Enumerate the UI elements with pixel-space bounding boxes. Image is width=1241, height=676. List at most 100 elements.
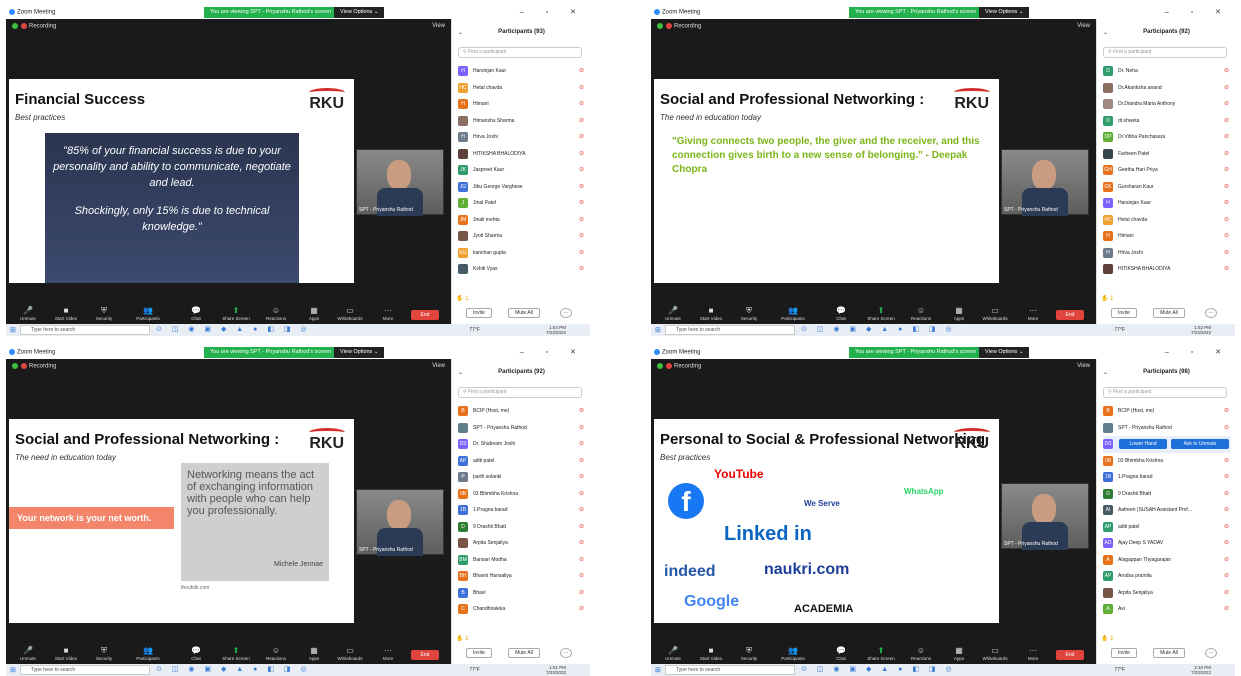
toolbar-reactions-button[interactable]: ☺ Reactions (903, 305, 939, 321)
window-controls[interactable]: – ▫ ✕ (520, 348, 586, 356)
toolbar-participants-button[interactable]: 👥 Participants (775, 645, 811, 661)
toolbar-security-button[interactable]: ⛨ Security (86, 305, 122, 321)
pinned-apps[interactable]: ⊙ ◫ ◉ ▣ ◆ ▲ ● ◧ ◨ ◎ (801, 325, 956, 333)
participant-row[interactable]: Himanshu Sharma ⊘ (458, 113, 586, 130)
toolbar-more-button[interactable]: ··· More (1015, 645, 1051, 661)
participant-row[interactable]: Arpita Senjaliya ⊘ (1103, 585, 1231, 602)
view-button[interactable]: View (432, 23, 445, 29)
toolbar-apps-button[interactable]: ▦ Apps (296, 645, 332, 661)
participant-row[interactable]: Ddr.shweta ⊘ (1103, 113, 1231, 130)
participant-row[interactable]: Jyoti Sharma ⊘ (458, 228, 586, 245)
participant-row[interactable]: C Chandhiraleka ⊘ (458, 601, 586, 618)
end-meeting-button[interactable]: End (411, 310, 439, 320)
participant-row[interactable]: D 9 Drashti Bhatt ⊘ (458, 519, 586, 536)
mute-all-button[interactable]: Mute All (508, 648, 540, 658)
toolbar-chat-button[interactable]: 💬 Chat (823, 305, 859, 321)
toolbar-unmute-button[interactable]: 🎤 Unmute (655, 305, 691, 321)
participant-row[interactable]: GH Geetha Hari Priya ⊘ (1103, 162, 1231, 179)
participant-row[interactable]: H Hirva Joshi ⊘ (458, 129, 586, 146)
participant-row[interactable]: AD Ajay Deep S YADAV ⊘ (1103, 535, 1231, 552)
view-button[interactable]: View (432, 363, 445, 369)
view-options-button[interactable]: View Options ⌄ (334, 7, 385, 18)
participant-row[interactable]: 1B 1.Pragna barad ⊘ (458, 502, 586, 519)
participant-row[interactable]: H Himani ⊘ (458, 96, 586, 113)
end-meeting-button[interactable]: End (411, 650, 439, 660)
toolbar-share-screen-button[interactable]: ⬆ Share Screen (218, 645, 254, 661)
toolbar-start-video-button[interactable]: ■ Start Video (48, 305, 84, 321)
participant-search-input[interactable]: ⚲ Find a participant (1103, 387, 1227, 398)
participant-row[interactable]: Dr.Diandra Maria Anthony ⊘ (1103, 96, 1231, 113)
view-button[interactable]: View (1077, 363, 1090, 369)
participant-row[interactable]: Dr.Akanksha anand ⊘ (1103, 80, 1231, 97)
participant-row[interactable]: AI Aafreen (SUSAH Assistant Prof... ⊘ (1103, 502, 1231, 519)
participant-row[interactable]: JM Jinali mehta ⊘ (458, 212, 586, 229)
mute-all-button[interactable]: Mute All (1153, 308, 1185, 318)
toolbar-unmute-button[interactable]: 🎤 Unmute (655, 645, 691, 661)
window-controls[interactable]: – ▫ ✕ (1165, 8, 1231, 16)
toolbar-apps-button[interactable]: ▦ Apps (941, 305, 977, 321)
toolbar-reactions-button[interactable]: ☺ Reactions (258, 645, 294, 661)
participant-row[interactable]: B BCIP (Host, me) ⊘ (458, 403, 586, 420)
toolbar-whiteboards-button[interactable]: ▭ Whiteboards (332, 645, 368, 661)
participant-row[interactable]: JK Jaspreet Kaur ⊘ (458, 162, 586, 179)
taskbar-search-box[interactable]: Type here to search (665, 665, 795, 675)
toolbar-chat-button[interactable]: 💬 Chat (178, 305, 214, 321)
window-controls[interactable]: – ▫ ✕ (1165, 348, 1231, 356)
toolbar-more-button[interactable]: ··· More (1015, 305, 1051, 321)
participant-row[interactable]: KG kanchan gupta ⊘ (458, 245, 586, 262)
participant-row[interactable]: D Dr. Neha ⊘ (1103, 63, 1231, 80)
windows-start-icon[interactable]: ⊞ (655, 326, 661, 334)
toolbar-participants-button[interactable]: 👥 Participants (775, 305, 811, 321)
invite-button[interactable]: Invite (466, 648, 492, 658)
participant-row[interactable]: HC Hetal chavda ⊘ (458, 80, 586, 97)
toolbar-chat-button[interactable]: 💬 Chat (823, 645, 859, 661)
participant-search-input[interactable]: ⚲ Find a participant (458, 387, 582, 398)
pinned-apps[interactable]: ⊙ ◫ ◉ ▣ ◆ ▲ ● ◧ ◨ ◎ (156, 325, 311, 333)
mute-all-button[interactable]: Mute All (508, 308, 540, 318)
participant-row[interactable]: AP Arodsa pramila ⊘ (1103, 568, 1231, 585)
participant-row[interactable]: Arpita Senjaliya ⊘ (458, 535, 586, 552)
pinned-apps[interactable]: ⊙ ◫ ◉ ▣ ◆ ▲ ● ◧ ◨ ◎ (801, 665, 956, 673)
toolbar-more-button[interactable]: ··· More (370, 645, 406, 661)
participant-row[interactable]: HC Hetal chavda ⊘ (1103, 212, 1231, 229)
participant-row[interactable]: BM Bansari Modha ⊘ (458, 552, 586, 569)
taskbar-search-box[interactable]: Type here to search (20, 325, 150, 335)
toolbar-start-video-button[interactable]: ■ Start Video (693, 645, 729, 661)
toolbar-start-video-button[interactable]: ■ Start Video (48, 645, 84, 661)
participant-row[interactable]: J Jinal Patel ⊘ (458, 195, 586, 212)
participant-row[interactable]: H Harsinjan Kaur ⊘ (1103, 195, 1231, 212)
more-options-button[interactable]: ··· (1205, 648, 1217, 658)
participant-row[interactable]: JG Jibu George Varghese ⊘ (458, 179, 586, 196)
toolbar-security-button[interactable]: ⛨ Security (731, 645, 767, 661)
toolbar-reactions-button[interactable]: ☺ Reactions (258, 305, 294, 321)
participant-search-input[interactable]: ⚲ Find a participant (1103, 47, 1227, 58)
participant-row[interactable]: A Alagappan Thyagarajan ⊘ (1103, 552, 1231, 569)
participant-row[interactable]: GK Gursharan Kaur ⊘ (1103, 179, 1231, 196)
view-options-button[interactable]: View Options ⌄ (979, 7, 1030, 18)
view-options-button[interactable]: View Options ⌄ (979, 347, 1030, 358)
participant-row[interactable]: SPT - Priyanshu Rathod ⊘ (1103, 420, 1231, 437)
more-options-button[interactable]: ··· (560, 648, 572, 658)
participant-row[interactable]: DS Lower Hand Ask to Unmute (1103, 436, 1231, 453)
invite-button[interactable]: Invite (1111, 308, 1137, 318)
toolbar-security-button[interactable]: ⛨ Security (86, 645, 122, 661)
toolbar-whiteboards-button[interactable]: ▭ Whiteboards (332, 305, 368, 321)
mute-all-button[interactable]: Mute All (1153, 648, 1185, 658)
more-options-button[interactable]: ··· (1205, 308, 1217, 318)
participant-row[interactable]: AP aditi patel ⊘ (1103, 519, 1231, 536)
toolbar-share-screen-button[interactable]: ⬆ Share Screen (863, 305, 899, 321)
window-controls[interactable]: – ▫ ✕ (520, 8, 586, 16)
participant-row[interactable]: DP Dr.Vibha Panchasara ⊘ (1103, 129, 1231, 146)
participant-row[interactable]: H Himani ⊘ (1103, 228, 1231, 245)
taskbar-search-box[interactable]: Type here to search (20, 665, 150, 675)
participant-row[interactable]: Farheen Patel ⊘ (1103, 146, 1231, 163)
taskbar-search-box[interactable]: Type here to search (665, 325, 795, 335)
lower-hand-button[interactable]: Lower Hand (1119, 439, 1167, 449)
participant-row[interactable]: BH Bhavni Hansaliya ⊘ (458, 568, 586, 585)
participant-row[interactable]: HITIKSHA BHALODIYA ⊘ (1103, 261, 1231, 278)
participant-row[interactable]: B Bhavi ⊘ (458, 585, 586, 602)
participant-row[interactable]: 0B 03 Bhimbha Krishna ⊘ (458, 486, 586, 503)
toolbar-apps-button[interactable]: ▦ Apps (296, 305, 332, 321)
toolbar-reactions-button[interactable]: ☺ Reactions (903, 645, 939, 661)
toolbar-participants-button[interactable]: 👥 Participants (130, 645, 166, 661)
